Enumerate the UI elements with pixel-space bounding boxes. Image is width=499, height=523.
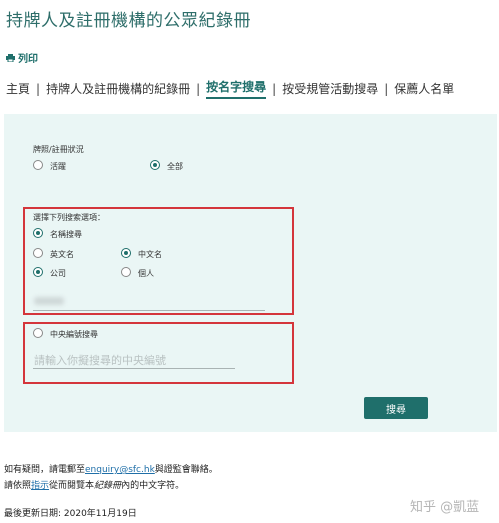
contact-prefix: 如有疑問，請電郵至 (4, 465, 86, 475)
print-label: 列印 (18, 54, 38, 65)
nav-separator: | (384, 81, 389, 96)
last-updated: 最後更新日期: 2020年11月19日 (4, 509, 137, 519)
chinese-name-label: 中文名 (138, 250, 162, 259)
name-search-radio[interactable] (33, 228, 43, 238)
nav-item-sponsors[interactable]: 保薦人名單 (394, 80, 454, 97)
status-active-radio[interactable] (33, 160, 43, 170)
central-search-radio[interactable] (33, 328, 43, 338)
central-input-underline (33, 368, 235, 369)
status-active-label: 活躍 (50, 162, 66, 171)
name-input-blurred-value (34, 297, 64, 305)
individual-radio[interactable] (121, 267, 131, 277)
watermark: 知乎 @凱蓝 (410, 500, 480, 515)
guide-prefix: 請依照 (4, 481, 32, 491)
central-search-label: 中央編號搜尋 (50, 330, 98, 339)
english-name-radio[interactable] (33, 248, 43, 258)
guide-italic: 紀錄冊 (94, 481, 122, 491)
footer-guide: 請依照指示從而閱覽本紀錄冊內的中文字符。 (4, 478, 184, 491)
guide-middle: 從而閱覽本 (49, 481, 95, 491)
status-all-label: 全部 (167, 162, 183, 171)
company-label: 公司 (50, 269, 66, 278)
printer-icon (6, 53, 15, 62)
individual-label: 個人 (138, 269, 154, 278)
guide-link[interactable]: 指示 (31, 481, 49, 491)
nav-item-home[interactable]: 主頁 (6, 80, 30, 97)
nav-separator: | (272, 81, 277, 96)
name-search-label: 名稱搜尋 (50, 230, 82, 239)
guide-suffix: 內的中文字符。 (121, 481, 185, 491)
print-link[interactable]: 列印 (6, 50, 38, 65)
status-label: 牌照/註冊狀況 (33, 145, 84, 154)
nav-item-search-by-activity[interactable]: 按受規管活動搜尋 (282, 80, 378, 97)
nav-separator: | (36, 81, 41, 96)
main-nav: 主頁 | 持牌人及註冊機構的紀錄冊 | 按名字搜尋 | 按受規管活動搜尋 | 保… (6, 78, 454, 99)
nav-item-register[interactable]: 持牌人及註冊機構的紀錄冊 (46, 80, 190, 97)
nav-item-search-by-name[interactable]: 按名字搜尋 (206, 78, 267, 99)
criteria-label: 選擇下列搜索選項： (33, 213, 105, 222)
central-number-input[interactable] (34, 352, 234, 368)
contact-suffix: 與證監會聯絡。 (154, 465, 218, 475)
name-search-input[interactable] (33, 310, 265, 311)
english-name-label: 英文名 (50, 250, 74, 259)
search-button[interactable]: 搜尋 (364, 397, 428, 419)
company-radio[interactable] (33, 267, 43, 277)
nav-separator: | (196, 81, 201, 96)
footer-contact: 如有疑問，請電郵至enquiry@sfc.hk與證監會聯絡。 (4, 462, 218, 475)
contact-email-link[interactable]: enquiry@sfc.hk (85, 465, 155, 475)
chinese-name-radio[interactable] (121, 248, 131, 258)
page-title: 持牌人及註冊機構的公眾紀錄冊 (6, 11, 251, 31)
status-all-radio[interactable] (150, 160, 160, 170)
